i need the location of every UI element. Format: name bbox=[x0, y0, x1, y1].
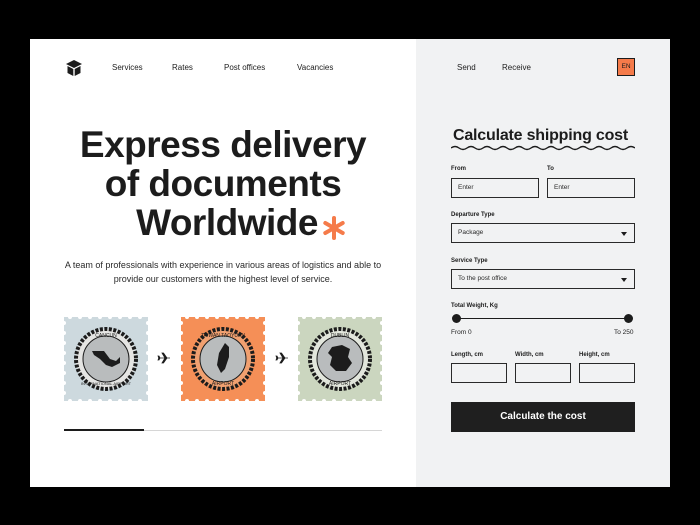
hero-panel: Services Rates Post offices Vacancies Ex… bbox=[30, 39, 416, 487]
nav-services[interactable]: Services bbox=[112, 63, 143, 72]
stamp-cancun: CANCUN INTERNATIONAL AIRPORT bbox=[64, 317, 148, 401]
calculate-button[interactable]: Calculate the cost bbox=[451, 402, 635, 432]
length-label: Length, cm bbox=[451, 352, 484, 358]
stamp-cancun-bottom-text: INTERNATIONAL AIRPORT bbox=[81, 381, 132, 386]
to-label: To bbox=[547, 166, 554, 172]
hero-description: A team of professionals with experience … bbox=[64, 260, 382, 284]
hero-title: Express delivery of documents Worldwide bbox=[30, 125, 416, 242]
departure-type-value: Package bbox=[458, 229, 484, 236]
stamp-taiwan: TAIWAN TAOYUAN AIRPORT bbox=[181, 317, 265, 401]
nav-send[interactable]: Send bbox=[457, 63, 476, 72]
to-field[interactable]: Enter bbox=[547, 178, 635, 198]
from-label: From bbox=[451, 166, 466, 172]
departure-type-label: Departure Type bbox=[451, 212, 495, 218]
weight-slider-min-handle[interactable] bbox=[452, 314, 461, 323]
squiggle-underline bbox=[451, 145, 635, 151]
plane-icon bbox=[275, 352, 288, 364]
language-button[interactable]: EN bbox=[617, 58, 635, 76]
calculator-title: Calculate shipping cost bbox=[453, 127, 628, 144]
weight-slider-max-handle[interactable] bbox=[624, 314, 633, 323]
length-field[interactable] bbox=[451, 363, 507, 383]
weight-max-label: To 250 bbox=[614, 329, 634, 336]
height-field[interactable] bbox=[579, 363, 635, 383]
weight-slider-track[interactable] bbox=[456, 318, 628, 319]
weight-label: Total Weight, Kg bbox=[451, 303, 498, 309]
nav-rates[interactable]: Rates bbox=[172, 63, 193, 72]
package-box-icon[interactable] bbox=[65, 59, 83, 77]
stamp-dublin-top-text: DUBLIN bbox=[331, 333, 350, 339]
height-label: Height, cm bbox=[579, 352, 610, 358]
hero-line-3: Worldwide bbox=[136, 202, 318, 243]
hero-line-2: of documents bbox=[104, 163, 342, 204]
asterisk-icon bbox=[323, 216, 345, 240]
service-type-label: Service Type bbox=[451, 258, 488, 264]
app-frame: Services Rates Post offices Vacancies Ex… bbox=[30, 39, 670, 487]
carousel-progress bbox=[64, 429, 382, 431]
nav-receive[interactable]: Receive bbox=[502, 63, 531, 72]
nav-post-offices[interactable]: Post offices bbox=[224, 63, 265, 72]
stamp-taiwan-top-text: TAIWAN TAOYUAN bbox=[201, 333, 245, 339]
stamp-dublin-bottom-text: AIRPORT bbox=[329, 381, 351, 387]
carousel-progress-fill bbox=[64, 429, 144, 431]
service-type-select[interactable]: To the post office bbox=[451, 269, 635, 289]
stamp-taiwan-bottom-text: AIRPORT bbox=[212, 381, 234, 387]
width-label: Width, cm bbox=[515, 352, 544, 358]
stamp-cancun-top-text: CANCUN bbox=[95, 333, 117, 339]
calculator-panel: Send Receive EN Calculate shipping cost … bbox=[416, 39, 670, 487]
plane-icon bbox=[157, 352, 170, 364]
stamp-dublin: DUBLIN AIRPORT bbox=[298, 317, 382, 401]
weight-min-label: From 0 bbox=[451, 329, 472, 336]
caret-down-icon bbox=[621, 232, 627, 236]
caret-down-icon bbox=[621, 278, 627, 282]
width-field[interactable] bbox=[515, 363, 571, 383]
from-field[interactable]: Enter bbox=[451, 178, 539, 198]
service-type-value: To the post office bbox=[458, 275, 508, 282]
hero-line-1: Express delivery bbox=[79, 124, 367, 165]
departure-type-select[interactable]: Package bbox=[451, 223, 635, 243]
nav-vacancies[interactable]: Vacancies bbox=[297, 63, 333, 72]
